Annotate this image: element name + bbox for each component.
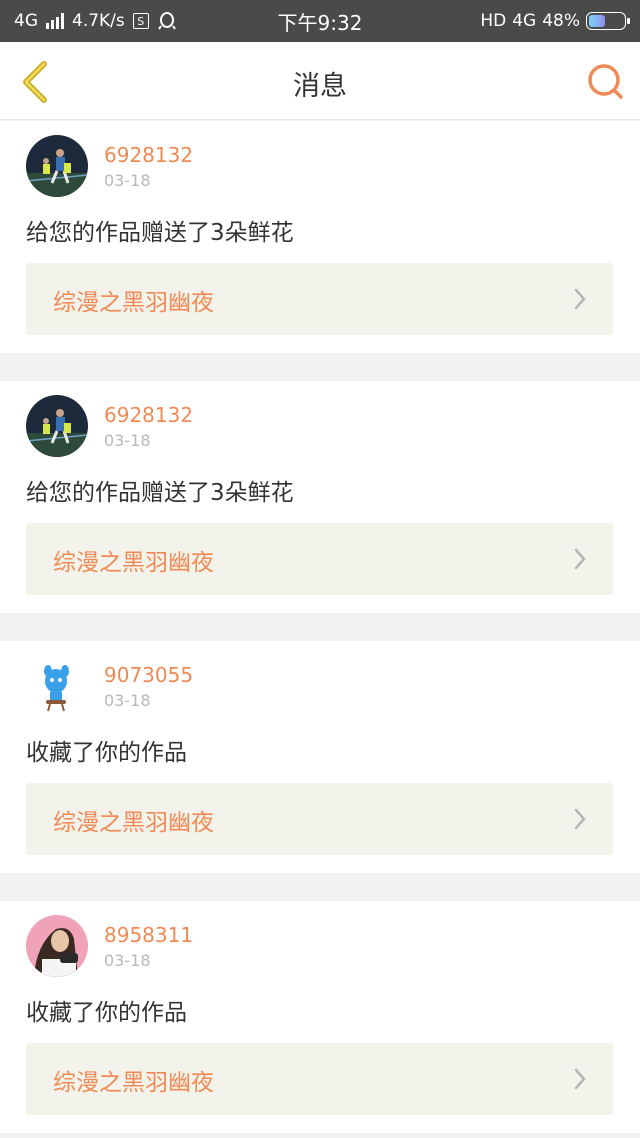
message-text: 给您的作品赠送了3朵鲜花 [26,480,294,506]
message-date: 03-18 [104,691,151,710]
battery-percent: 48% [542,11,580,31]
avatar[interactable] [26,915,88,977]
message-text: 收藏了你的作品 [26,1000,187,1026]
work-title: 综漫之黑羽幽夜 [53,810,214,836]
hd-label: HD [480,11,507,31]
message-card: 6928132 03-18 给您的作品赠送了3朵鲜花 综漫之黑羽幽夜 [0,381,640,613]
avatar[interactable] [26,655,88,717]
battery-icon [586,12,630,30]
avatar[interactable] [26,395,88,457]
runner-photo-icon [26,395,88,457]
username[interactable]: 9073055 [104,663,193,687]
message-list: 6928132 03-18 给您的作品赠送了3朵鲜花 综漫之黑羽幽夜 69281… [0,121,640,1133]
username[interactable]: 6928132 [104,143,193,167]
message-text: 收藏了你的作品 [26,740,187,766]
work-link[interactable]: 综漫之黑羽幽夜 [26,783,613,855]
chevron-right-icon [574,548,586,570]
avatar[interactable] [26,135,88,197]
status-bar: 4G 4.7K/s S 下午9:32 HD 4G 48% [0,0,640,42]
network-type: 4G [14,11,38,31]
page-title: 消息 [293,71,347,102]
message-card: 8958311 03-18 收藏了你的作品 综漫之黑羽幽夜 [0,901,640,1133]
message-date: 03-18 [104,431,151,450]
chevron-right-icon [574,808,586,830]
woman-photo-icon [26,915,88,977]
signal-icon [46,13,64,29]
message-date: 03-18 [104,171,151,190]
search-button[interactable] [584,60,626,102]
blue-creature-icon [26,655,88,717]
work-link[interactable]: 综漫之黑羽幽夜 [26,523,613,595]
network-type-right: 4G [512,11,537,31]
network-speed: 4.7K/s [72,11,125,31]
message-card: 6928132 03-18 给您的作品赠送了3朵鲜花 综漫之黑羽幽夜 [0,121,640,353]
runner-photo-icon [26,135,88,197]
work-title: 综漫之黑羽幽夜 [53,550,214,576]
message-card: 9073055 03-18 收藏了你的作品 综漫之黑羽幽夜 [0,641,640,873]
username[interactable]: 6928132 [104,403,193,427]
work-link[interactable]: 综漫之黑羽幽夜 [26,1043,613,1115]
work-title: 综漫之黑羽幽夜 [53,1070,214,1096]
work-title: 综漫之黑羽幽夜 [53,290,214,316]
qq-icon [157,12,176,30]
chevron-right-icon [574,1068,586,1090]
username[interactable]: 8958311 [104,923,193,947]
chevron-right-icon [574,288,586,310]
message-date: 03-18 [104,951,151,970]
nav-bar: 消息 [0,42,640,120]
message-text: 给您的作品赠送了3朵鲜花 [26,220,294,246]
work-link[interactable]: 综漫之黑羽幽夜 [26,263,613,335]
battery-fill [589,15,606,27]
search-icon [588,64,623,99]
s-badge-icon: S [132,13,149,29]
